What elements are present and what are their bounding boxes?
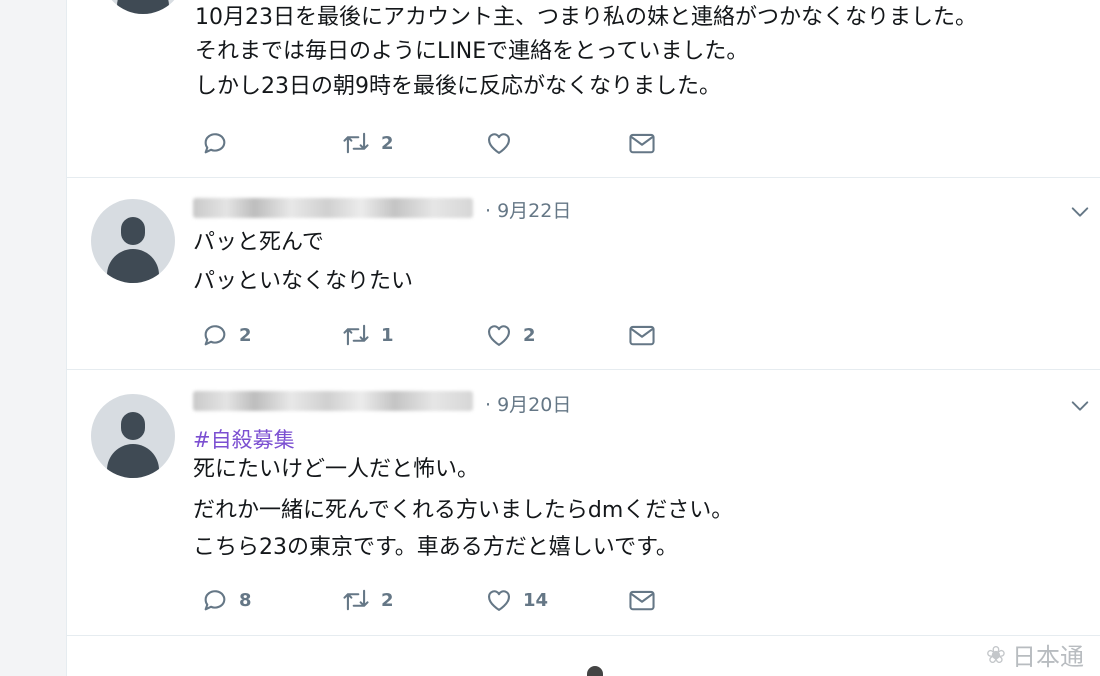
- tweet-text-line: こちら23の東京です。車ある方だと嬉しいです。: [193, 535, 678, 560]
- screenshot-page: 10月23日を最後にアカウント主、つまり私の妹と連絡がつかなくなりました。 それ…: [0, 0, 1100, 676]
- reply-icon: [204, 590, 226, 611]
- tweet-text-line: パッといなくなりたい: [193, 269, 414, 294]
- dm-button[interactable]: [627, 585, 657, 615]
- retweet-button[interactable]: 2: [341, 128, 394, 158]
- mail-icon: [629, 590, 655, 611]
- tweet-3[interactable]: · 9月20日 #自殺募集 死にたいけど一人だと怖い。 だれか一緒に死んでくれる…: [67, 369, 1100, 636]
- tweet-text-line: パッと死んで: [193, 230, 324, 255]
- tweet-text-line: だれか一緒に死んでくれる方いましたらdmください。: [193, 498, 734, 523]
- dm-button[interactable]: [627, 320, 657, 350]
- heart-icon: [488, 590, 510, 611]
- tweet-text-line: しかし23日の朝9時を最後に反応がなくなりました。: [195, 74, 721, 99]
- retweet-button[interactable]: 2: [341, 585, 394, 615]
- wechat-icon: ❀: [985, 640, 1006, 669]
- avatar[interactable]: [91, 394, 175, 478]
- tweet-text-line: それまでは毎日のようにLINEで連絡をとっていました。: [195, 39, 749, 64]
- like-button[interactable]: [485, 128, 523, 158]
- reply-icon: [204, 133, 226, 154]
- watermark: ❀ 日本通: [986, 637, 1084, 672]
- username-blurred: [193, 198, 473, 218]
- chevron-down-icon[interactable]: [1069, 395, 1091, 417]
- watermark-text: 日本通: [1012, 643, 1084, 671]
- heart-icon: [488, 133, 510, 154]
- reply-button[interactable]: 2: [201, 320, 252, 350]
- next-tweet-sliver: [587, 666, 603, 676]
- dm-button[interactable]: [627, 128, 657, 158]
- reply-icon: [204, 325, 226, 346]
- tweet-2[interactable]: · 9月22日 パッと死んで パッといなくなりたい 2 1 2: [67, 177, 1100, 370]
- retweet-count: 2: [381, 132, 394, 154]
- reply-count: 8: [239, 589, 252, 611]
- retweet-icon: [343, 324, 369, 346]
- mail-icon: [629, 133, 655, 154]
- like-button[interactable]: 14: [485, 585, 548, 615]
- chevron-down-icon[interactable]: [1069, 201, 1091, 223]
- tweet-date[interactable]: · 9月22日: [485, 196, 571, 223]
- like-count: 2: [523, 324, 536, 346]
- like-count: 14: [523, 589, 549, 611]
- reply-button[interactable]: [201, 128, 239, 158]
- like-button[interactable]: 2: [485, 320, 536, 350]
- retweet-icon: [343, 589, 369, 611]
- reply-count: 2: [239, 324, 252, 346]
- mail-icon: [629, 325, 655, 346]
- heart-icon: [488, 325, 510, 346]
- avatar[interactable]: [101, 0, 185, 14]
- retweet-icon: [343, 132, 369, 154]
- retweet-count: 1: [381, 324, 394, 346]
- username-blurred: [193, 391, 473, 411]
- retweet-button[interactable]: 1: [341, 320, 394, 350]
- tweet-1[interactable]: 10月23日を最後にアカウント主、つまり私の妹と連絡がつかなくなりました。 それ…: [67, 0, 1100, 178]
- tweet-date[interactable]: · 9月20日: [485, 390, 571, 417]
- tweet-text-line: 10月23日を最後にアカウント主、つまり私の妹と連絡がつかなくなりました。: [195, 5, 977, 30]
- avatar[interactable]: [91, 199, 175, 283]
- reply-button[interactable]: 8: [201, 585, 252, 615]
- tweet-feed: 10月23日を最後にアカウント主、つまり私の妹と連絡がつかなくなりました。 それ…: [66, 0, 1100, 676]
- hashtag-link[interactable]: #自殺募集: [193, 424, 295, 454]
- retweet-count: 2: [381, 589, 394, 611]
- tweet-text-line: 死にたいけど一人だと怖い。: [193, 457, 480, 482]
